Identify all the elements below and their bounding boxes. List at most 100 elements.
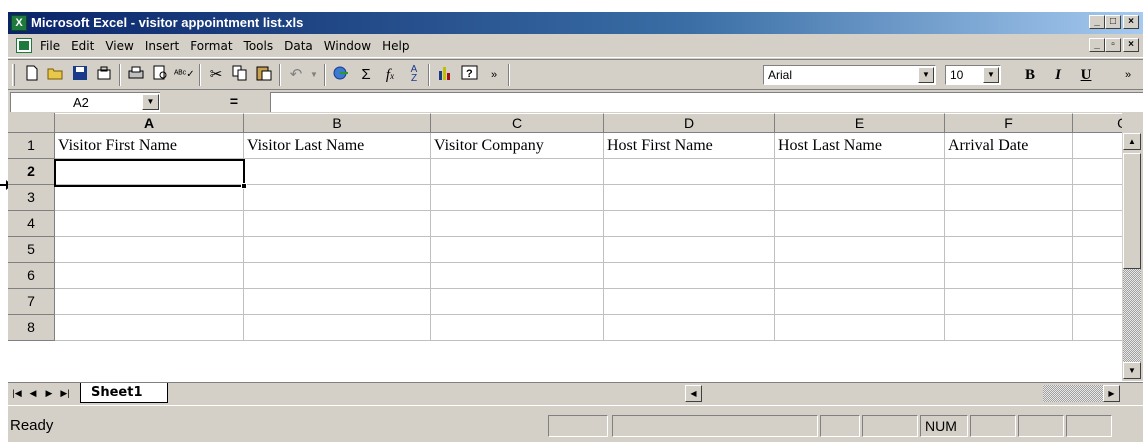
formula-input[interactable] [270, 92, 1143, 112]
cell-c6[interactable] [431, 263, 604, 289]
cell-c5[interactable] [431, 237, 604, 263]
scroll-down-icon[interactable]: ▼ [1123, 362, 1141, 379]
help-icon[interactable]: ? [460, 65, 480, 85]
toolbar-grip[interactable] [12, 64, 15, 86]
cell-b7[interactable] [244, 289, 431, 315]
cell-f2[interactable] [945, 159, 1073, 185]
column-header-f[interactable]: F [945, 113, 1073, 133]
paste-icon[interactable] [254, 65, 274, 85]
cell-a8[interactable] [55, 315, 244, 341]
cell-b3[interactable] [244, 185, 431, 211]
sheet-tab-sheet1[interactable]: Sheet1 [80, 383, 168, 403]
bold-button[interactable]: B [1020, 66, 1040, 84]
column-header-e[interactable]: E [775, 113, 945, 133]
menu-window[interactable]: Window [324, 39, 371, 53]
cell-c4[interactable] [431, 211, 604, 237]
cell-c7[interactable] [431, 289, 604, 315]
more-format-buttons-icon[interactable]: » [1118, 65, 1138, 85]
previous-sheet-icon[interactable]: ◀ [26, 386, 40, 401]
select-all-button[interactable] [8, 113, 55, 133]
cell-e8[interactable] [775, 315, 945, 341]
chevron-down-icon[interactable]: ▼ [918, 67, 934, 83]
hyperlink-icon[interactable] [331, 65, 351, 85]
menu-edit[interactable]: Edit [71, 39, 94, 53]
cell-b6[interactable] [244, 263, 431, 289]
cell-a3[interactable] [55, 185, 244, 211]
horizontal-scroll-track[interactable] [1043, 385, 1103, 402]
copy-icon[interactable] [230, 65, 250, 85]
spelling-icon[interactable]: ᴬᴮᶜ✓ [174, 65, 195, 85]
scroll-right-icon[interactable]: ▶ [1103, 385, 1120, 402]
maximize-button[interactable]: □ [1105, 15, 1121, 29]
menu-help[interactable]: Help [382, 39, 409, 53]
new-icon[interactable] [22, 65, 42, 85]
function-icon[interactable]: fx [380, 65, 400, 85]
cell-f8[interactable] [945, 315, 1073, 341]
workbook-minimize-button[interactable]: _ [1089, 38, 1105, 52]
menu-view[interactable]: View [105, 39, 133, 53]
name-box[interactable]: A2 ▼ [10, 92, 160, 112]
cell-f3[interactable] [945, 185, 1073, 211]
cell-d6[interactable] [604, 263, 775, 289]
cell-c2[interactable] [431, 159, 604, 185]
cell-f4[interactable] [945, 211, 1073, 237]
cell-e6[interactable] [775, 263, 945, 289]
row-header-5[interactable]: 5 [8, 237, 55, 263]
save-icon[interactable] [70, 65, 90, 85]
close-button[interactable]: × [1123, 15, 1139, 29]
menu-data[interactable]: Data [284, 39, 313, 53]
cell-d8[interactable] [604, 315, 775, 341]
minimize-button[interactable]: _ [1089, 15, 1105, 29]
more-buttons-icon[interactable]: » [484, 65, 504, 85]
chart-wizard-icon[interactable] [436, 65, 456, 85]
cell-d2[interactable] [604, 159, 775, 185]
open-icon[interactable] [46, 65, 66, 85]
cell-c8[interactable] [431, 315, 604, 341]
print-preview-icon[interactable] [150, 65, 170, 85]
scroll-up-icon[interactable]: ▲ [1123, 133, 1141, 150]
vertical-scroll-thumb[interactable] [1123, 153, 1141, 269]
row-header-7[interactable]: 7 [8, 289, 55, 315]
column-header-c[interactable]: C [431, 113, 604, 133]
cell-f6[interactable] [945, 263, 1073, 289]
workbook-restore-button[interactable]: ▫ [1105, 38, 1121, 52]
excel-app-icon[interactable]: X [11, 15, 27, 31]
cell-d5[interactable] [604, 237, 775, 263]
chevron-down-icon[interactable]: ▼ [983, 67, 999, 83]
cell-b1[interactable]: Visitor Last Name [244, 133, 431, 159]
row-header-2[interactable]: 2 [8, 159, 55, 185]
cell-e4[interactable] [775, 211, 945, 237]
menu-insert[interactable]: Insert [145, 39, 179, 53]
font-name-select[interactable]: Arial ▼ [763, 65, 936, 85]
autosum-icon[interactable]: Σ [356, 65, 376, 85]
column-header-d[interactable]: D [604, 113, 775, 133]
row-header-8[interactable]: 8 [8, 315, 55, 341]
cell-e1[interactable]: Host Last Name [775, 133, 945, 159]
cell-b2[interactable] [244, 159, 431, 185]
row-header-4[interactable]: 4 [8, 211, 55, 237]
permission-icon[interactable] [94, 65, 114, 85]
sort-ascending-icon[interactable]: AZ [404, 65, 424, 85]
workbook-icon[interactable] [16, 38, 32, 53]
worksheet-grid[interactable]: A B C D E F G 1 2 3 4 5 6 7 8 Visitor Fi… [8, 113, 1143, 383]
column-header-a[interactable]: A [55, 113, 244, 133]
menu-tools[interactable]: Tools [244, 39, 274, 53]
cell-d7[interactable] [604, 289, 775, 315]
cell-e5[interactable] [775, 237, 945, 263]
cell-d1[interactable]: Host First Name [604, 133, 775, 159]
cell-d4[interactable] [604, 211, 775, 237]
row-header-1[interactable]: 1 [8, 133, 55, 159]
cell-a5[interactable] [55, 237, 244, 263]
row-header-3[interactable]: 3 [8, 185, 55, 211]
cell-a4[interactable] [55, 211, 244, 237]
next-sheet-icon[interactable]: ▶ [42, 386, 56, 401]
cell-e2[interactable] [775, 159, 945, 185]
cell-c3[interactable] [431, 185, 604, 211]
last-sheet-icon[interactable]: ▶| [58, 386, 72, 401]
workbook-close-button[interactable]: × [1123, 38, 1139, 52]
chevron-down-icon[interactable]: ▼ [142, 94, 159, 110]
cell-a7[interactable] [55, 289, 244, 315]
row-header-6[interactable]: 6 [8, 263, 55, 289]
cut-icon[interactable]: ✂ [206, 65, 226, 85]
font-size-select[interactable]: 10 ▼ [945, 65, 1001, 85]
